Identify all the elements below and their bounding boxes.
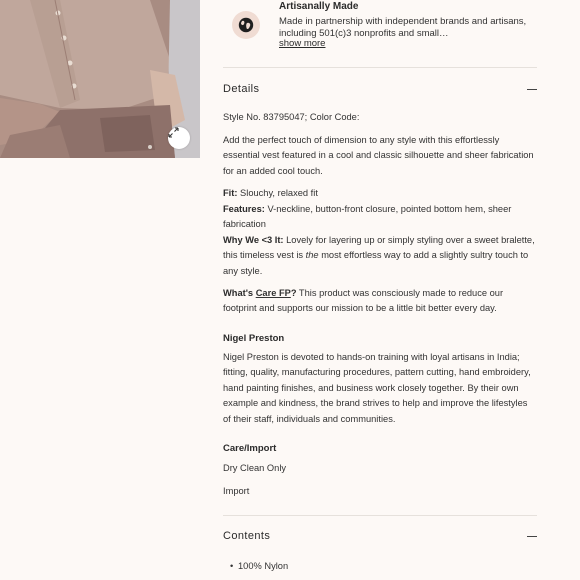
care-import-heading: Care/Import: [223, 443, 277, 454]
divider: [223, 67, 537, 68]
why-we-love-it-line: Why We <3 It: Lovely for layering up or …: [223, 233, 537, 279]
minus-icon[interactable]: [527, 536, 537, 537]
brand-description: Nigel Preston is devoted to hands-on tra…: [223, 352, 531, 424]
globe-icon: [232, 11, 260, 39]
minus-icon[interactable]: [527, 89, 537, 90]
expand-image-button[interactable]: [168, 127, 190, 149]
contents-accordion-header[interactable]: Contents: [223, 530, 537, 550]
why-emphasis: the: [305, 250, 319, 261]
show-more-link[interactable]: show more: [279, 38, 325, 49]
features-line: Features: V-neckline, button-front closu…: [223, 202, 537, 233]
fit-value: Slouchy, relaxed fit: [237, 188, 318, 198]
style-number: Style No. 83795047; Color Code:: [223, 112, 360, 122]
expand-icon: [168, 127, 179, 138]
artisan-description: Made in partnership with independent bra…: [279, 16, 527, 39]
features-value: V-neckline, button-front closure, pointe…: [223, 204, 512, 230]
artisan-title: Artisanally Made: [279, 1, 359, 12]
artisanally-made-block: Artisanally Made Made in partnership wit…: [223, 0, 537, 68]
brand-heading: Nigel Preston: [223, 333, 285, 344]
details-title: Details: [223, 83, 260, 95]
why-label: Why We <3 It:: [223, 235, 284, 245]
fit-line: Fit: Slouchy, relaxed fit: [223, 186, 537, 201]
product-image[interactable]: [0, 0, 200, 158]
details-accordion-header[interactable]: Details: [223, 83, 537, 103]
care-fp-line: What's Care FP? This product was conscio…: [223, 286, 537, 317]
whats-label: What's: [223, 288, 256, 298]
import-info: Import: [223, 486, 250, 496]
contents-title: Contents: [223, 530, 271, 542]
care-instructions: Dry Clean Only: [223, 463, 287, 473]
features-label: Features:: [223, 204, 265, 214]
divider: [223, 515, 537, 516]
contents-item: 100% Nylon: [230, 561, 288, 571]
care-fp-link[interactable]: Care FP: [256, 288, 291, 298]
fit-label: Fit:: [223, 188, 238, 198]
product-description: Add the perfect touch of dimension to an…: [223, 135, 534, 176]
